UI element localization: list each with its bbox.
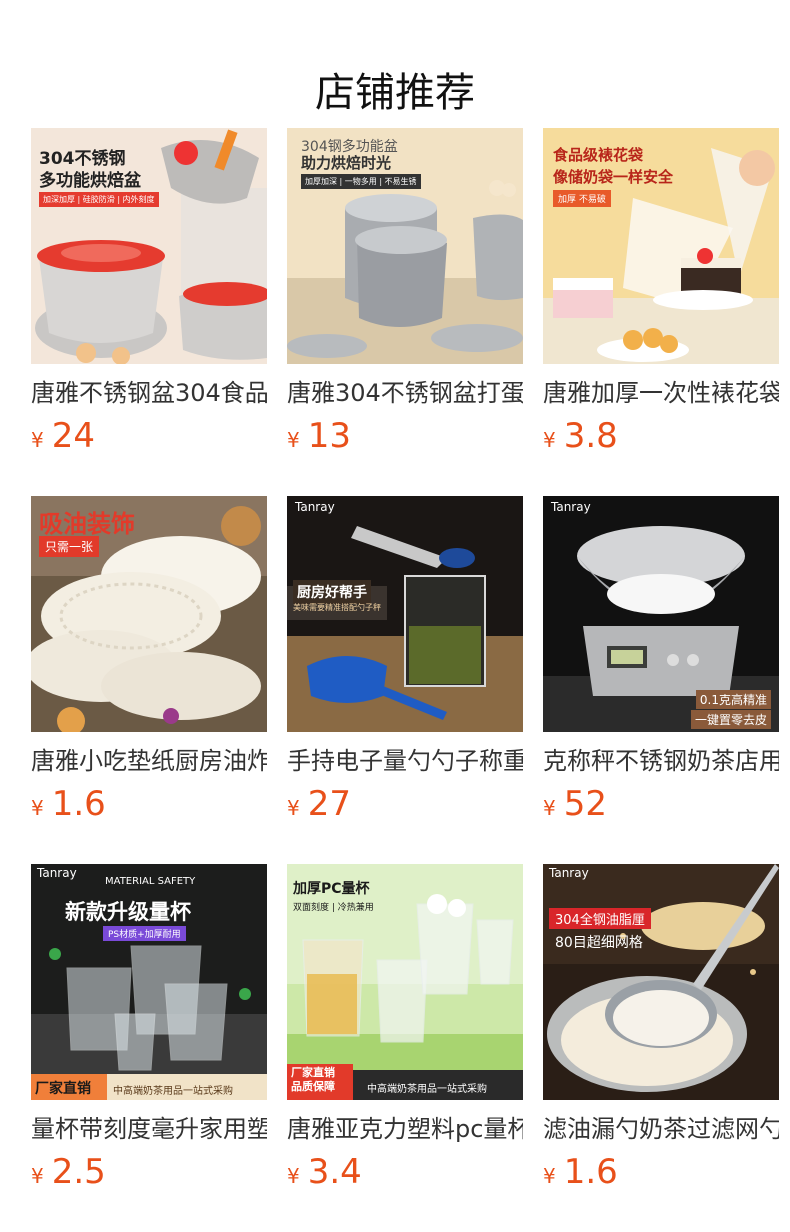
product-card[interactable]: 304不锈钢 多功能烘焙盆 加深加厚 | 硅胶防滑 | 内外刻度 唐雅不锈钢盆3… [31,128,267,496]
product-name[interactable]: 唐雅304不锈钢盆打蛋盆 [287,378,523,408]
piping-bag-image[interactable]: 食品级裱花袋 像储奶袋一样安全 加厚 不易破 [543,128,779,364]
doily-paper-image[interactable]: 吸油装饰 只需一张 [31,496,267,732]
product-name[interactable]: 唐雅加厚一次性裱花袋 [543,378,779,408]
image-caption: 助力烘焙时光 [301,154,392,172]
image-tag: 厂家直销 [35,1081,91,1097]
image-caption: 多功能烘焙盆 [39,171,141,191]
product-card[interactable]: 吸油装饰 只需一张 唐雅小吃垫纸厨房油炸 ¥1.6 [31,496,267,864]
currency-symbol: ¥ [31,1164,44,1188]
currency-symbol: ¥ [543,1164,556,1188]
price-value: 24 [51,416,95,456]
steel-basin-image[interactable]: 304钢多功能盆 助力烘焙时光 加厚加深 | 一物多用 | 不易生锈 [287,128,523,364]
pc-measuring-cup-image[interactable]: 加厚PC量杯 双面刻度 | 冷热兼用 厂家直销 品质保障 中高端奶茶用品一站式采… [287,864,523,1100]
product-name[interactable]: 唐雅小吃垫纸厨房油炸 [31,746,267,776]
product-name[interactable]: 滤油漏勺奶茶过滤网勺 [543,1114,779,1144]
price-value: 2.5 [51,1152,106,1192]
currency-symbol: ¥ [287,796,300,820]
product-price: ¥27 [287,784,523,824]
product-name[interactable]: 手持电子量勺勺子称重 [287,746,523,776]
measuring-cup-image[interactable]: Tanray MATERIAL SAFETY 新款升级量杯 PS材质+加厚耐用 … [31,864,267,1100]
product-grid: 304不锈钢 多功能烘焙盆 加深加厚 | 硅胶防滑 | 内外刻度 唐雅不锈钢盆3… [31,128,790,1232]
image-tag: 80目超细网格 [555,935,643,951]
page-title: 店铺推荐 [315,69,475,116]
image-caption: 加厚PC量杯 [293,881,370,897]
image-tag: 美味需要精准搭配勺子秤 [293,603,381,612]
currency-symbol: ¥ [543,796,556,820]
product-price: ¥24 [31,416,267,456]
product-price: ¥2.5 [31,1152,267,1192]
product-price: ¥1.6 [31,784,267,824]
product-name[interactable]: 克称秤不锈钢奶茶店用 [543,746,779,776]
currency-symbol: ¥ [543,428,556,452]
image-tag: 厂家直销 品质保障 [291,1066,335,1093]
product-name[interactable]: 唐雅不锈钢盆304食品级 [31,378,267,408]
image-tag: 中高端奶茶用品一站式采购 [113,1086,233,1097]
price-value: 52 [563,784,607,824]
currency-symbol: ¥ [31,796,44,820]
currency-symbol: ¥ [287,428,300,452]
product-price: ¥3.8 [543,416,779,456]
image-caption: 304全钢油脂厘 [549,908,651,929]
image-caption: 0.1克高精准 [695,690,771,709]
image-caption: 食品级裱花袋 [553,146,644,164]
product-name[interactable]: 唐雅亚克力塑料pc量杯 [287,1114,523,1144]
image-tag: 一键置零去皮 [690,710,771,729]
product-card[interactable]: Tanray 厨房好帮手 美味需要精准搭配勺子秤 手持电子量勺勺子称重 ¥27 [287,496,523,864]
product-card[interactable]: Tanray 0.1克高精准 一键置零去皮 克称秤不锈钢奶茶店用 ¥52 [543,496,779,864]
price-value: 3.4 [307,1152,362,1192]
currency-symbol: ¥ [287,1164,300,1188]
image-caption: 吸油装饰 [39,510,135,538]
price-value: 1.6 [51,784,106,824]
product-price: ¥52 [543,784,779,824]
image-caption: 新款升级量杯 [65,900,191,924]
price-value: 13 [307,416,351,456]
image-tag: 中高端奶茶用品一站式采购 [367,1084,487,1095]
price-value: 3.8 [563,416,618,456]
brand-logo: Tanray [295,500,335,514]
strainer-ladle-image[interactable]: Tanray 304全钢油脂厘 80目超细网格 [543,864,779,1100]
product-card[interactable]: 食品级裱花袋 像储奶袋一样安全 加厚 不易破 唐雅加厚一次性裱花袋 ¥3.8 [543,128,779,496]
image-tag: 加厚加深 | 一物多用 | 不易生锈 [301,174,421,189]
image-caption: 双面刻度 | 冷热兼用 [293,903,374,913]
product-price: ¥13 [287,416,523,456]
kitchen-scale-image[interactable]: Tanray 0.1克高精准 一键置零去皮 [543,496,779,732]
product-card[interactable]: 加厚PC量杯 双面刻度 | 冷热兼用 厂家直销 品质保障 中高端奶茶用品一站式采… [287,864,523,1232]
product-card[interactable]: Tanray MATERIAL SAFETY 新款升级量杯 PS材质+加厚耐用 … [31,864,267,1232]
brand-logo: Tanray [37,866,77,880]
image-caption: 像储奶袋一样安全 [553,168,674,186]
image-caption: MATERIAL SAFETY [105,876,196,887]
brand-logo: Tanray [551,500,591,514]
price-value: 27 [307,784,351,824]
image-tag: 加深加厚 | 硅胶防滑 | 内外刻度 [39,192,159,207]
image-tag: 加厚 不易破 [553,190,611,207]
product-card[interactable]: Tanray 304全钢油脂厘 80目超细网格 滤油漏勺奶茶过滤网勺 ¥1.6 [543,864,779,1232]
image-caption: 厨房好帮手 [293,580,371,604]
product-price: ¥1.6 [543,1152,779,1192]
product-price: ¥3.4 [287,1152,523,1192]
image-tag: 只需一张 [39,536,100,557]
digital-spoon-image[interactable]: Tanray 厨房好帮手 美味需要精准搭配勺子秤 [287,496,523,732]
product-name[interactable]: 量杯带刻度毫升家用塑料 [31,1114,267,1144]
price-value: 1.6 [563,1152,618,1192]
currency-symbol: ¥ [31,428,44,452]
image-tag: PS材质+加厚耐用 [103,926,186,941]
product-card[interactable]: 304钢多功能盆 助力烘焙时光 加厚加深 | 一物多用 | 不易生锈 唐雅304… [287,128,523,496]
brand-logo: Tanray [549,866,589,880]
mixing-bowl-image[interactable]: 304不锈钢 多功能烘焙盆 加深加厚 | 硅胶防滑 | 内外刻度 [31,128,267,364]
